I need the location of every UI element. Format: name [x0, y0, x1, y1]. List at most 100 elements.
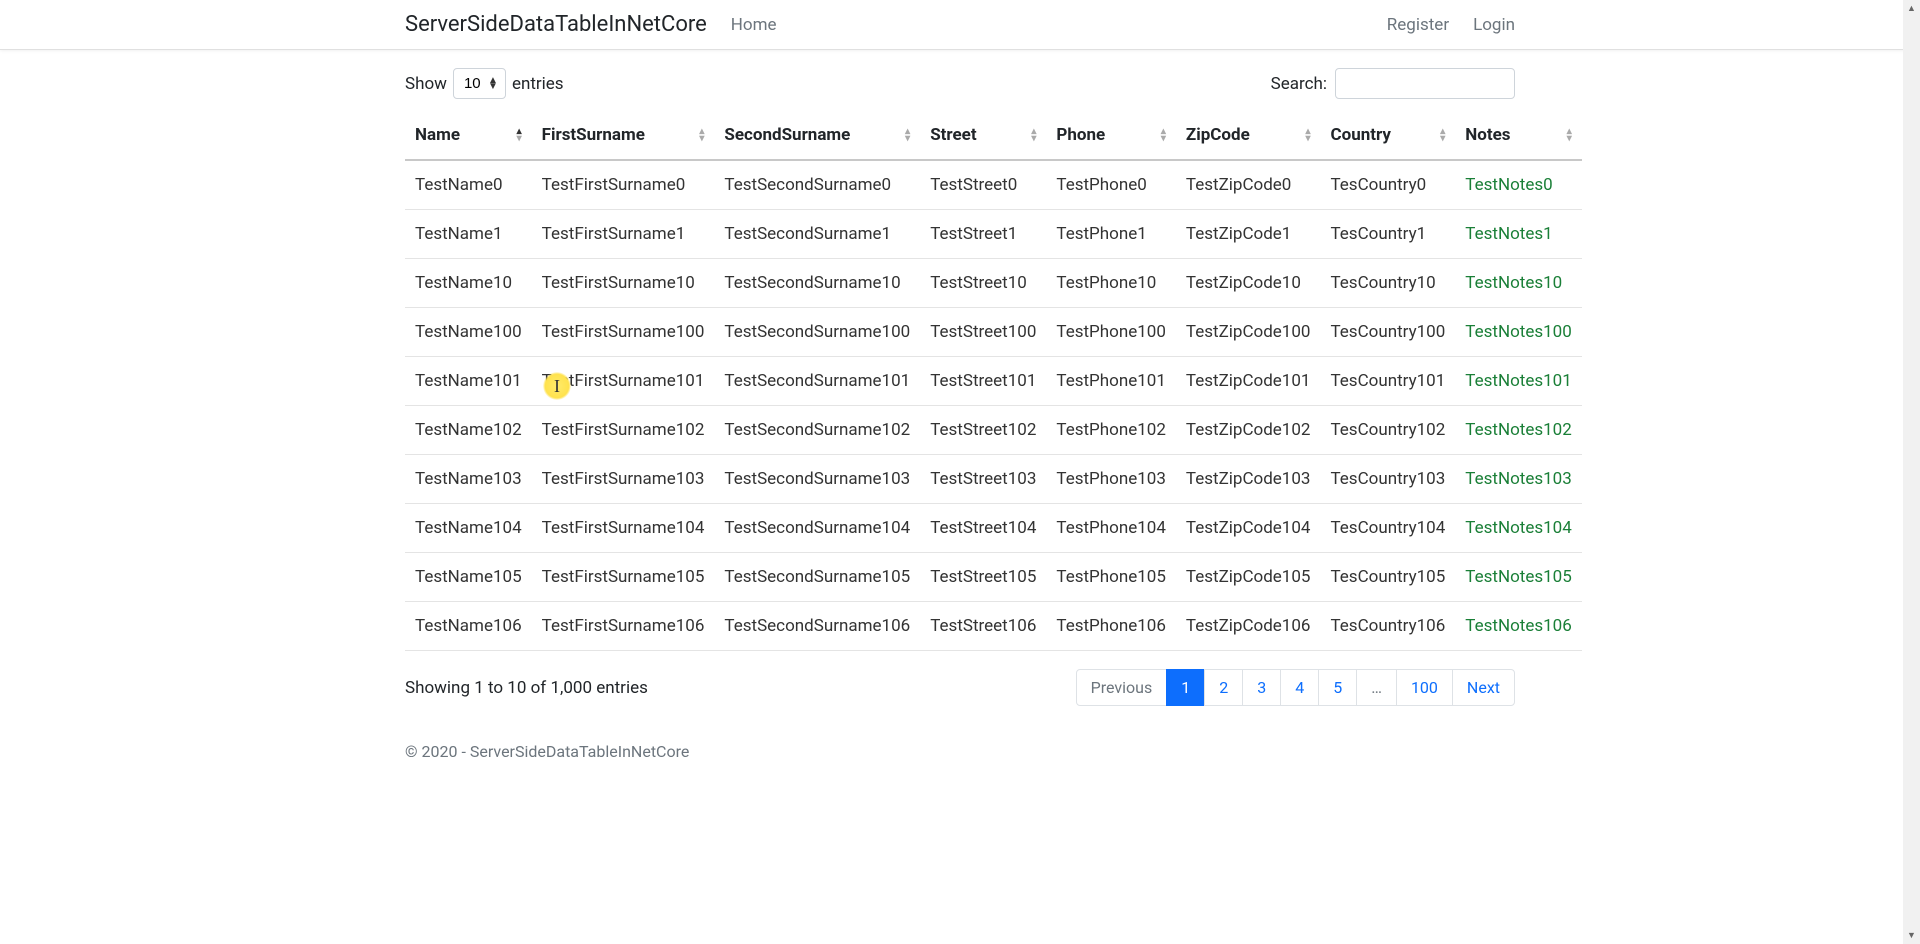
column-header-notes[interactable]: Notes▴▾ [1455, 111, 1582, 160]
sort-icon: ▴▾ [1161, 128, 1166, 142]
brand-link[interactable]: ServerSideDataTableInNetCore [405, 12, 707, 37]
table-cell: TestName104 [405, 504, 532, 553]
notes-link[interactable]: TestNotes1 [1465, 224, 1552, 244]
notes-link[interactable]: TestNotes102 [1465, 420, 1572, 440]
notes-link[interactable]: TestNotes103 [1465, 469, 1572, 489]
pagination: Previous12345…100Next [1076, 669, 1515, 706]
table-cell: TestSecondSurname104 [714, 504, 920, 553]
sort-icon: ▴▾ [1567, 128, 1572, 142]
notes-link[interactable]: TestNotes10 [1465, 273, 1562, 293]
table-cell: TestSecondSurname10 [714, 259, 920, 308]
table-cell: TestName103 [405, 455, 532, 504]
table-cell: TestFirstSurname1 [532, 210, 715, 259]
column-header-firstsurname[interactable]: FirstSurname▴▾ [532, 111, 715, 160]
table-cell: TestName105 [405, 553, 532, 602]
table-cell: TestPhone0 [1046, 160, 1176, 210]
table-cell: TestStreet1 [920, 210, 1046, 259]
page-1[interactable]: 1 [1166, 669, 1205, 706]
table-cell: TestSecondSurname105 [714, 553, 920, 602]
column-header-street[interactable]: Street▴▾ [920, 111, 1046, 160]
length-control: Show 10 ▲▼ entries [405, 68, 564, 99]
sort-icon: ▴▾ [905, 128, 910, 142]
table-cell: TestFirstSurname102 [532, 406, 715, 455]
table-cell: TestPhone102 [1046, 406, 1176, 455]
length-select[interactable]: 10 [453, 68, 506, 99]
page-ellipsis: … [1356, 669, 1397, 706]
table-cell: TestZipCode105 [1176, 553, 1321, 602]
table-cell: TestPhone10 [1046, 259, 1176, 308]
notes-link[interactable]: TestNotes106 [1465, 616, 1572, 636]
page-100[interactable]: 100 [1396, 669, 1453, 706]
notes-link[interactable]: TestNotes100 [1465, 322, 1572, 342]
nav-register[interactable]: Register [1387, 15, 1449, 35]
notes-link[interactable]: TestNotes0 [1465, 175, 1552, 195]
notes-link[interactable]: TestNotes104 [1465, 518, 1572, 538]
table-cell: TestStreet102 [920, 406, 1046, 455]
table-cell: TestName1 [405, 210, 532, 259]
table-cell-notes: TestNotes105 [1455, 553, 1582, 602]
table-cell: TesCountry106 [1320, 602, 1455, 651]
table-cell: TestZipCode102 [1176, 406, 1321, 455]
navbar: ServerSideDataTableInNetCore Home Regist… [0, 0, 1920, 50]
table-cell: TestZipCode1 [1176, 210, 1321, 259]
table-row: TestName100TestFirstSurname100TestSecond… [405, 308, 1582, 357]
sort-icon: ▴▾ [1305, 128, 1310, 142]
column-header-name[interactable]: Name▴▾ [405, 111, 532, 160]
column-header-zipcode[interactable]: ZipCode▴▾ [1176, 111, 1321, 160]
table-cell: TestStreet106 [920, 602, 1046, 651]
table-cell: TestStreet100 [920, 308, 1046, 357]
table-cell: TesCountry105 [1320, 553, 1455, 602]
table-cell: TestZipCode0 [1176, 160, 1321, 210]
table-cell: TestName0 [405, 160, 532, 210]
page-next[interactable]: Next [1452, 669, 1515, 706]
table-cell: TestZipCode10 [1176, 259, 1321, 308]
data-table: Name▴▾FirstSurname▴▾SecondSurname▴▾Stree… [405, 111, 1582, 651]
table-cell: TesCountry102 [1320, 406, 1455, 455]
table-cell: TestFirstSurname103 [532, 455, 715, 504]
table-cell: TestPhone100 [1046, 308, 1176, 357]
column-header-phone[interactable]: Phone▴▾ [1046, 111, 1176, 160]
search-input[interactable] [1335, 68, 1515, 99]
table-cell-notes: TestNotes101 [1455, 357, 1582, 406]
table-cell: TestFirstSurname10 [532, 259, 715, 308]
table-cell: TestPhone103 [1046, 455, 1176, 504]
page-5[interactable]: 5 [1318, 669, 1357, 706]
table-cell: TestSecondSurname100 [714, 308, 920, 357]
table-cell: TesCountry10 [1320, 259, 1455, 308]
column-header-secondsurname[interactable]: SecondSurname▴▾ [714, 111, 920, 160]
table-cell: TestName106 [405, 602, 532, 651]
table-cell: TestStreet103 [920, 455, 1046, 504]
scroll-down-icon[interactable]: ▼ [1903, 927, 1920, 944]
table-cell-notes: TestNotes10 [1455, 259, 1582, 308]
nav-home[interactable]: Home [731, 15, 777, 35]
scrollbar[interactable]: ▲ ▼ [1903, 0, 1920, 944]
scroll-up-icon[interactable]: ▲ [1903, 0, 1920, 17]
page-4[interactable]: 4 [1280, 669, 1319, 706]
notes-link[interactable]: TestNotes105 [1465, 567, 1572, 587]
table-row: TestName105TestFirstSurname105TestSecond… [405, 553, 1582, 602]
table-cell: TestSecondSurname101 [714, 357, 920, 406]
table-cell: TestZipCode103 [1176, 455, 1321, 504]
sort-icon: ▴▾ [699, 128, 704, 142]
table-row: TestName102TestFirstSurname102TestSecond… [405, 406, 1582, 455]
nav-login[interactable]: Login [1473, 15, 1515, 35]
table-cell: TestPhone1 [1046, 210, 1176, 259]
table-cell-notes: TestNotes102 [1455, 406, 1582, 455]
page-3[interactable]: 3 [1242, 669, 1281, 706]
table-cell: TestSecondSurname102 [714, 406, 920, 455]
column-header-country[interactable]: Country▴▾ [1320, 111, 1455, 160]
table-cell: TestFirstSurname100 [532, 308, 715, 357]
table-cell: TestZipCode104 [1176, 504, 1321, 553]
table-cell-notes: TestNotes103 [1455, 455, 1582, 504]
notes-link[interactable]: TestNotes101 [1465, 371, 1572, 391]
table-row: TestName0TestFirstSurname0TestSecondSurn… [405, 160, 1582, 210]
table-cell: TestSecondSurname106 [714, 602, 920, 651]
table-cell: TestSecondSurname0 [714, 160, 920, 210]
table-cell: TesCountry0 [1320, 160, 1455, 210]
table-cell: TestSecondSurname1 [714, 210, 920, 259]
table-row: TestName10TestFirstSurname10TestSecondSu… [405, 259, 1582, 308]
sort-icon: ▴▾ [1440, 128, 1445, 142]
footer-text: © 2020 - ServerSideDataTableInNetCore [405, 742, 1515, 769]
page-2[interactable]: 2 [1204, 669, 1243, 706]
table-cell-notes: TestNotes1 [1455, 210, 1582, 259]
